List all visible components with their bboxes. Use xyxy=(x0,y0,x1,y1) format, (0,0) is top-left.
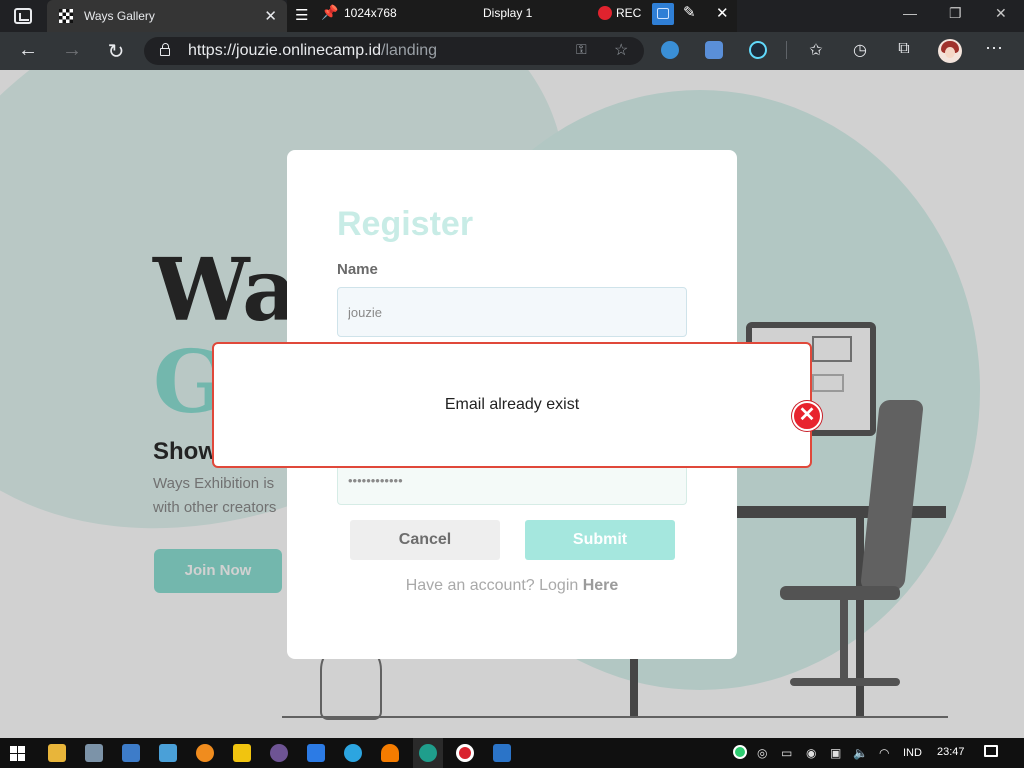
edge-icon[interactable] xyxy=(419,744,437,762)
register-title: Register xyxy=(337,205,474,243)
tab-actions-icon[interactable] xyxy=(14,8,32,24)
taskbar: ◎ ▭ ◉ ▣ 🔈 ◠ IND 23:47 xyxy=(0,738,1024,768)
submit-button[interactable]: Submit xyxy=(525,520,675,560)
recorder-menu-icon[interactable]: ☰ xyxy=(295,6,308,24)
network-tray-icon[interactable]: ▣ xyxy=(830,746,841,760)
cloud-app-icon[interactable] xyxy=(381,744,399,762)
remote-desktop-icon[interactable] xyxy=(85,744,103,762)
camera-icon[interactable] xyxy=(652,3,674,25)
photos-icon[interactable] xyxy=(493,744,511,762)
headset-app-icon[interactable] xyxy=(196,744,214,762)
more-options-icon[interactable]: ⋯ xyxy=(985,38,1003,59)
tab-title: Ways Gallery xyxy=(84,9,155,23)
nvidia-tray-icon[interactable]: ◉ xyxy=(806,746,816,760)
screen-recorder-icon[interactable] xyxy=(456,744,474,762)
history-icon[interactable]: ◷ xyxy=(850,40,870,60)
tab-ways-gallery[interactable]: Ways Gallery ✕ xyxy=(47,0,287,32)
github-icon[interactable] xyxy=(270,744,288,762)
login-prompt-text: Have an account? Login xyxy=(405,577,583,594)
clock[interactable]: 23:47 xyxy=(937,746,965,758)
headset-tray-icon[interactable]: ◎ xyxy=(757,746,767,760)
git-app-icon[interactable] xyxy=(233,744,251,762)
key-icon[interactable]: ⚿ xyxy=(576,41,587,58)
back-icon[interactable]: ← xyxy=(16,39,40,62)
window-close-icon[interactable]: ✕ xyxy=(995,5,1007,22)
vscode-icon[interactable] xyxy=(307,744,325,762)
record-button[interactable]: REC xyxy=(616,6,641,20)
language-indicator[interactable]: IND xyxy=(903,747,922,759)
recorder-display-select[interactable]: Display 1 xyxy=(483,6,532,20)
status-tray-icon[interactable] xyxy=(733,745,747,759)
toolbar-divider xyxy=(786,41,787,59)
pen-icon[interactable]: ✎ xyxy=(683,3,696,21)
restore-icon[interactable]: ❐ xyxy=(949,5,962,22)
address-bar: ← → ↻ https://jouzie.onlinecamp.id/landi… xyxy=(0,32,1024,70)
error-alert: Email already exist xyxy=(212,342,812,468)
control-panel-icon[interactable] xyxy=(122,744,140,762)
add-favorite-icon[interactable]: ☆ xyxy=(614,40,628,60)
recorder-close-icon[interactable]: ✕ xyxy=(716,4,729,22)
recorder-resolution[interactable]: 1024x768 xyxy=(344,6,397,20)
refresh-icon[interactable]: ↻ xyxy=(104,39,128,64)
recorder-pin-icon[interactable]: 📌 xyxy=(321,4,338,21)
forward-icon[interactable]: → xyxy=(60,39,84,62)
landing-page: Wa G Show Ways Exhibition is with other … xyxy=(0,70,1024,738)
browser-title-bar: Ways Gallery ✕ ☰ 📌 1024x768 Display 1 RE… xyxy=(0,0,1024,32)
favorites-icon[interactable]: ✩ xyxy=(806,40,826,60)
cancel-button[interactable]: Cancel xyxy=(350,520,500,560)
name-input[interactable] xyxy=(337,287,687,337)
site-favicon-icon xyxy=(59,9,73,23)
file-explorer-icon[interactable] xyxy=(48,744,66,762)
url-text: https://jouzie.onlinecamp.id/landing xyxy=(188,42,438,59)
battery-tray-icon[interactable]: ▭ xyxy=(781,746,792,760)
record-dot-icon[interactable] xyxy=(598,6,612,20)
telegram-icon[interactable] xyxy=(344,744,362,762)
screenshot-extension-icon[interactable] xyxy=(705,41,723,59)
login-here-link[interactable]: Here xyxy=(583,577,619,594)
search-extension-icon[interactable] xyxy=(661,41,679,59)
screen-recorder-toolbar: ☰ 📌 1024x768 Display 1 REC ✎ ✕ xyxy=(287,0,737,32)
volume-tray-icon[interactable]: 🔈 xyxy=(853,746,868,760)
alert-message: Email already exist xyxy=(444,396,580,413)
tab-close-icon[interactable]: ✕ xyxy=(264,7,277,25)
minimize-icon[interactable]: — xyxy=(903,5,917,21)
close-icon[interactable]: ✕ xyxy=(792,401,822,431)
wifi-tray-icon[interactable]: ◠ xyxy=(879,746,889,760)
notifications-icon[interactable] xyxy=(984,745,998,757)
collections-icon[interactable]: ⧉ xyxy=(894,40,914,58)
url-field[interactable]: https://jouzie.onlinecamp.id/landing ⚿ ☆ xyxy=(144,37,644,65)
name-label: Name xyxy=(337,261,378,278)
paint-icon[interactable] xyxy=(159,744,177,762)
profile-avatar[interactable] xyxy=(938,39,962,63)
react-devtools-icon[interactable] xyxy=(749,41,767,59)
login-prompt: Have an account? Login Here xyxy=(287,577,737,595)
lock-icon xyxy=(160,43,170,56)
windows-start-icon[interactable] xyxy=(10,746,26,762)
